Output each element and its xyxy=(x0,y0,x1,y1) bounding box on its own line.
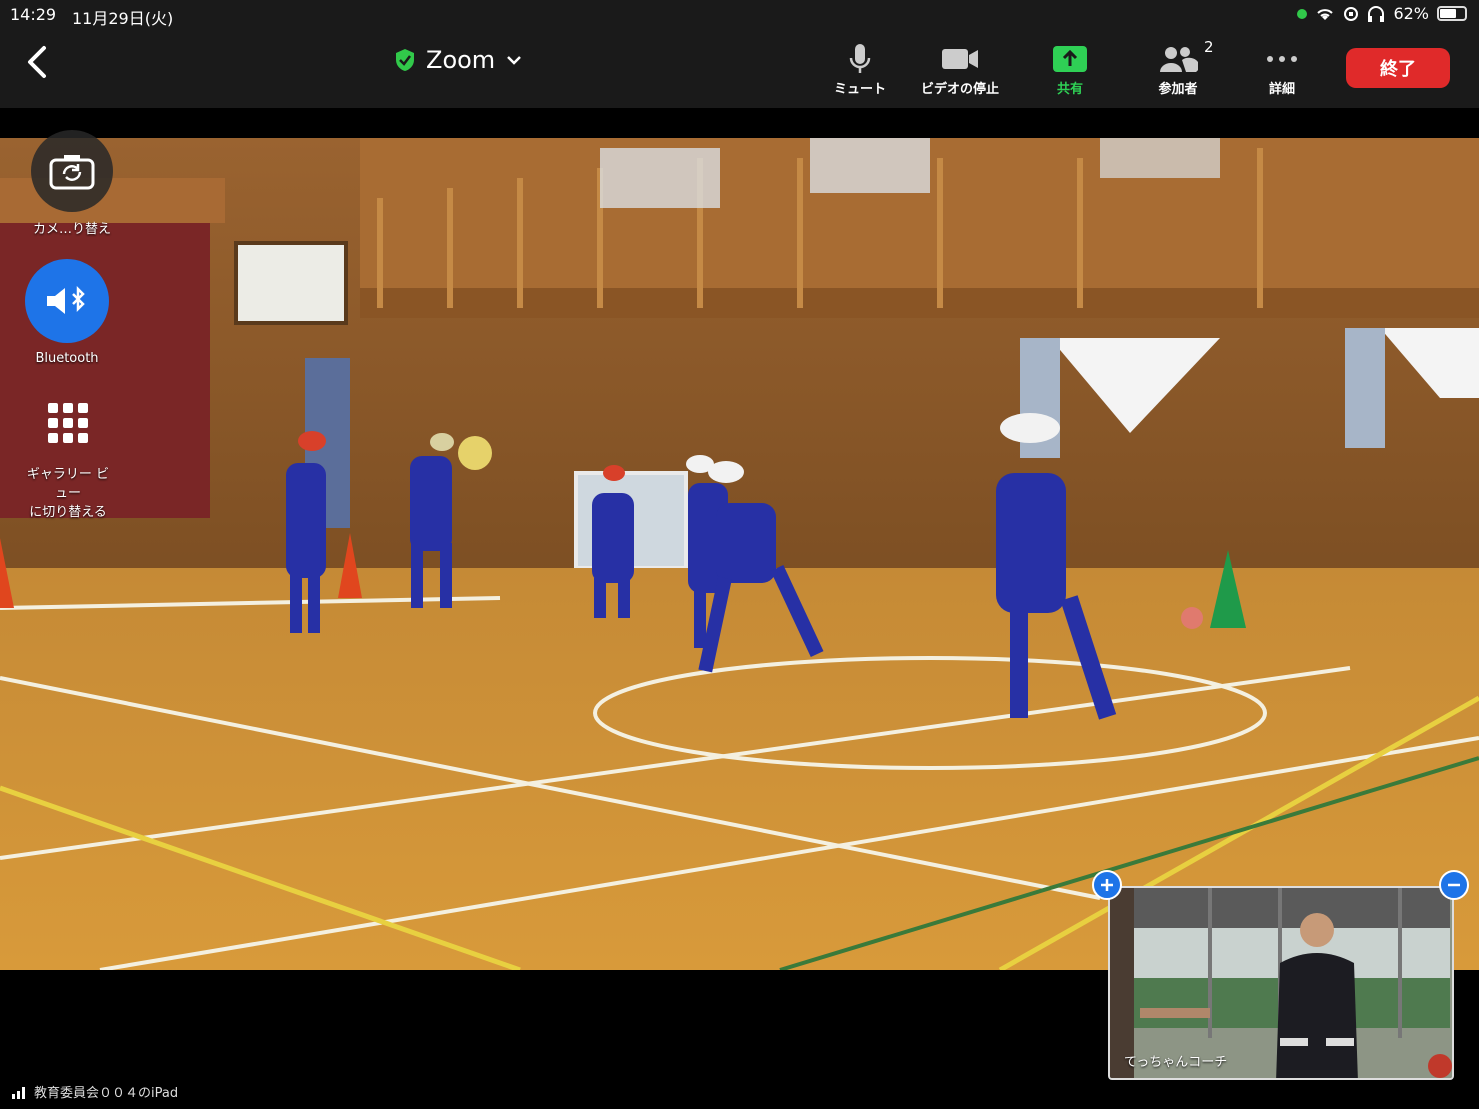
more-label: 詳細 xyxy=(1268,82,1295,97)
device-name: 教育委員会００４のiPad xyxy=(34,1086,179,1101)
plus-icon xyxy=(1101,879,1113,891)
participants-button[interactable]: 2 参加者 xyxy=(1158,38,1213,97)
share-button[interactable]: 共有 xyxy=(1052,40,1088,97)
battery-icon xyxy=(1437,6,1467,21)
status-time: 14:29 xyxy=(10,5,57,24)
wifi-icon xyxy=(1317,8,1334,20)
device-indicator: 教育委員会００４のiPad xyxy=(12,1082,178,1101)
minimize-thumbnail-button[interactable] xyxy=(1439,870,1469,900)
mute-label: ミュート xyxy=(834,82,887,97)
share-label: 共有 xyxy=(1056,82,1083,97)
camera-switch-icon xyxy=(49,155,95,190)
participants-count: 2 xyxy=(1204,38,1214,56)
rotation-lock-icon xyxy=(1344,6,1359,21)
switch-camera-label: カメ…り替え xyxy=(32,222,111,237)
mute-button[interactable]: ミュート xyxy=(834,40,886,97)
meeting-title: Zoom xyxy=(426,46,496,74)
participants-label: 参加者 xyxy=(1158,82,1198,97)
meeting-toolbar: Zoom ミュート ビデオの停止 共有 2 参加者 詳細 終了 xyxy=(0,30,1479,108)
battery-percent: 62% xyxy=(1393,4,1429,23)
bluetooth-label: Bluetooth xyxy=(35,351,99,366)
self-view-name: てっちゃんコーチ xyxy=(1124,1055,1228,1070)
more-dots-icon xyxy=(1267,56,1297,62)
gallery-label-line3: に切り替える xyxy=(29,505,107,520)
shield-check-icon xyxy=(396,49,414,71)
status-indicators: 62% xyxy=(1297,4,1467,23)
share-upload-icon xyxy=(1053,46,1087,72)
microphone-icon xyxy=(849,44,871,73)
gallery-label-line1: ギャラリー ビ xyxy=(26,467,110,482)
headphones-icon xyxy=(1368,5,1385,22)
status-bar: 14:29 11月29日(火) 62% xyxy=(0,0,1479,30)
grid-icon xyxy=(48,403,88,443)
stop-video-button[interactable]: ビデオの停止 xyxy=(921,40,999,97)
signal-bars-icon xyxy=(12,1086,25,1099)
participants-icon xyxy=(1160,47,1198,72)
camera-in-use-icon xyxy=(1297,8,1308,19)
speaker-bluetooth-icon xyxy=(47,285,85,314)
chevron-down-icon xyxy=(507,56,522,65)
stop-video-label: ビデオの停止 xyxy=(921,82,1000,97)
self-view-thumbnail[interactable]: てっちゃんコーチ xyxy=(1108,886,1454,1080)
video-camera-icon xyxy=(942,49,978,69)
gallery-view-button[interactable]: ギャラリー ビ ュー に切り替える xyxy=(12,393,124,520)
audio-bluetooth-button[interactable]: Bluetooth xyxy=(17,259,117,366)
gymnasium-video-image xyxy=(0,138,1479,970)
switch-camera-button[interactable]: カメ…り替え xyxy=(22,130,122,237)
expand-thumbnail-button[interactable] xyxy=(1092,870,1122,900)
status-date: 11月29日(火) xyxy=(72,9,174,28)
more-button[interactable]: 詳細 xyxy=(1266,40,1298,97)
main-video-feed xyxy=(0,138,1479,970)
gallery-label-line2: ュー xyxy=(54,486,81,501)
back-chevron-icon[interactable] xyxy=(20,42,54,82)
end-meeting-button[interactable]: 終了 xyxy=(1346,48,1450,88)
minus-icon xyxy=(1448,883,1460,887)
meeting-title-dropdown[interactable]: Zoom xyxy=(394,46,523,74)
